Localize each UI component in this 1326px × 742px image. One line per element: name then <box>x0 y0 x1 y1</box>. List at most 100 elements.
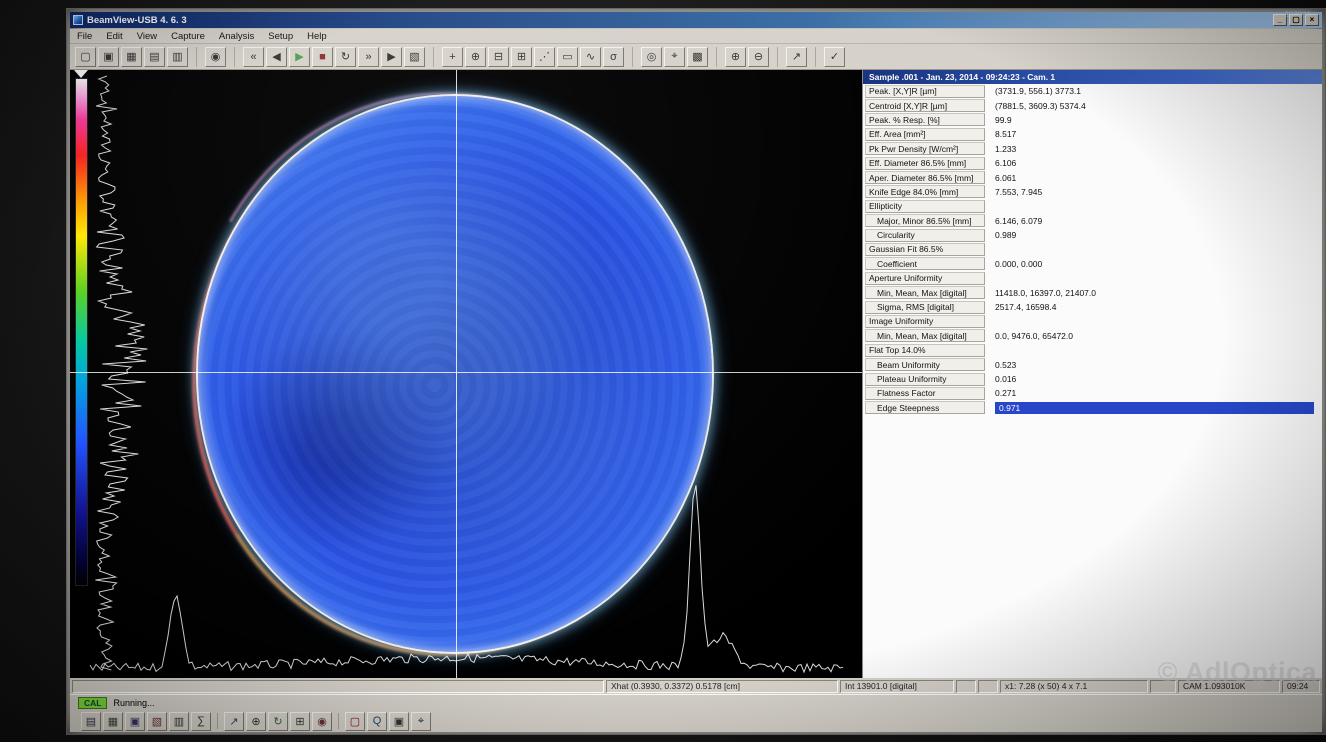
chart-icon: ▧ <box>152 715 162 728</box>
table-row[interactable]: Gaussian Fit 86.5% <box>863 242 1322 256</box>
row-label: Flat Top 14.0% <box>865 344 985 357</box>
row-label: Coefficient <box>865 257 985 270</box>
table-row[interactable]: Beam Uniformity0.523 <box>863 357 1322 371</box>
table-button[interactable]: ▦ <box>103 712 123 731</box>
snapshot-button[interactable]: ◉ <box>312 712 332 731</box>
capture-setup-button[interactable]: ▧ <box>404 47 425 67</box>
row-value: 0.016 <box>995 374 1016 384</box>
menu-item-help[interactable]: Help <box>300 30 334 43</box>
center-marker-button[interactable]: ⊕ <box>465 47 486 67</box>
results-table: Peak. [X,Y]R [µm](3731.9, 556.1) 3773.1C… <box>863 84 1322 415</box>
pdf-button[interactable]: ▢ <box>345 712 365 731</box>
table-row[interactable]: Min, Mean, Max [digital]0.0, 9476.0, 654… <box>863 329 1322 343</box>
print-button[interactable]: ▤ <box>144 47 165 67</box>
circle-aperture-button[interactable]: ◎ <box>641 47 662 67</box>
menu-item-analysis[interactable]: Analysis <box>212 30 261 43</box>
table-row[interactable]: Eff. Diameter 86.5% [mm]6.106 <box>863 156 1322 170</box>
table-row[interactable]: Pk Pwr Density [W/cm²]1.233 <box>863 142 1322 156</box>
window-layout-button[interactable]: ▣ <box>389 712 409 731</box>
table-row[interactable]: Major, Minor 86.5% [mm]6.146, 6.079 <box>863 214 1322 228</box>
stop-button[interactable]: ■ <box>312 47 333 67</box>
table-row[interactable]: Edge Steepness0.971 <box>863 401 1322 415</box>
grid-icon: ⊞ <box>295 715 304 728</box>
new-button[interactable]: ▢ <box>75 47 96 67</box>
table-row[interactable]: Sigma, RMS [digital]2517.4, 16598.4 <box>863 300 1322 314</box>
h-profile-button[interactable]: ⊟ <box>488 47 509 67</box>
confirm-button[interactable]: ✓ <box>824 47 845 67</box>
beam-display[interactable] <box>70 70 862 678</box>
menu-item-view[interactable]: View <box>130 30 164 43</box>
v-profile-button[interactable]: ⊞ <box>511 47 532 67</box>
sum-button[interactable]: ∑ <box>191 712 211 731</box>
copy-frame-button[interactable]: ▥ <box>169 712 189 731</box>
table-row[interactable]: Peak. [X,Y]R [µm](3731.9, 556.1) 3773.1 <box>863 84 1322 98</box>
print-icon: ▤ <box>149 50 159 63</box>
table-row[interactable]: Ellipticity <box>863 199 1322 213</box>
layers-button[interactable]: ▩ <box>687 47 708 67</box>
client-area: Sample .001 - Jan. 23, 2014 - 09:24:23 -… <box>70 70 1322 678</box>
save-result-button[interactable]: ▣ <box>125 712 145 731</box>
toolbar-group: +⊕⊟⊞⋰▭∿σ <box>441 47 633 67</box>
target-button[interactable]: ⌖ <box>411 712 431 731</box>
table-row[interactable]: Aperture Uniformity <box>863 271 1322 285</box>
zoom-in-button[interactable]: ⊕ <box>725 47 746 67</box>
row-value: 0.989 <box>995 230 1016 240</box>
next-frame-button[interactable]: » <box>358 47 379 67</box>
report-icon: ▤ <box>86 715 96 728</box>
table-row[interactable]: Flat Top 14.0% <box>863 343 1322 357</box>
table-row[interactable]: Image Uniformity <box>863 314 1322 328</box>
save-button[interactable]: ▦ <box>121 47 142 67</box>
title-bar[interactable]: BeamView-USB 4. 6. 3 _ ▢ × <box>70 12 1322 28</box>
export-button[interactable]: ↗ <box>224 712 244 731</box>
refresh-view-button[interactable]: ↻ <box>268 712 288 731</box>
refresh-button[interactable]: ↻ <box>335 47 356 67</box>
search-button[interactable]: Q <box>367 712 387 731</box>
confirm-icon: ✓ <box>830 50 839 63</box>
copy-button[interactable]: ▥ <box>167 47 188 67</box>
grid-button[interactable]: ⊞ <box>290 712 310 731</box>
open-button[interactable]: ▣ <box>98 47 119 67</box>
crosshair-vertical[interactable] <box>456 70 457 678</box>
zoom-tool-button[interactable]: ⊕ <box>246 712 266 731</box>
prev-frame-button[interactable]: ◀ <box>266 47 287 67</box>
table-row[interactable]: Flatness Factor0.271 <box>863 386 1322 400</box>
menu-item-setup[interactable]: Setup <box>261 30 300 43</box>
color-scale-marker <box>74 70 88 78</box>
row-label: Min, Mean, Max [digital] <box>865 286 985 299</box>
row-label: Eff. Diameter 86.5% [mm] <box>865 157 985 170</box>
table-row[interactable]: Coefficient0.000, 0.000 <box>863 257 1322 271</box>
toolbar-group: ◎ ⌖▩ <box>640 47 717 67</box>
row-value: 6.061 <box>995 173 1016 183</box>
last-frame-button[interactable]: ▶ <box>381 47 402 67</box>
menu-item-edit[interactable]: Edit <box>99 30 129 43</box>
table-row[interactable]: Peak. % Resp. [%]99.9 <box>863 113 1322 127</box>
table-row[interactable]: Min, Mean, Max [digital]11418.0, 16397.0… <box>863 285 1322 299</box>
crosshair-button[interactable]: + <box>442 47 463 67</box>
row-label: Peak. [X,Y]R [µm] <box>865 85 985 98</box>
first-frame-button[interactable]: « <box>243 47 264 67</box>
arrow-annotate-button[interactable]: ↗ <box>786 47 807 67</box>
zoom-out-button[interactable]: ⊖ <box>748 47 769 67</box>
crosshair-horizontal[interactable] <box>70 372 862 373</box>
pan-button[interactable]: ⌖ <box>664 47 685 67</box>
diagonal-profile-button[interactable]: ⋰ <box>534 47 555 67</box>
circle-aperture-icon: ◎ <box>647 50 657 63</box>
camera-capture-button[interactable]: ◉ <box>205 47 226 67</box>
table-row[interactable]: Aper. Diameter 86.5% [mm]6.061 <box>863 170 1322 184</box>
menu-item-file[interactable]: File <box>70 30 99 43</box>
play-button[interactable]: ▶ <box>289 47 310 67</box>
table-row[interactable]: Knife Edge 84.0% [mm]7.553, 7.945 <box>863 185 1322 199</box>
table-row[interactable]: Plateau Uniformity0.016 <box>863 372 1322 386</box>
table-row[interactable]: Circularity0.989 <box>863 228 1322 242</box>
table-row[interactable]: Eff. Area [mm²]8.517 <box>863 127 1322 141</box>
menu-item-capture[interactable]: Capture <box>164 30 212 43</box>
sigma-button[interactable]: σ <box>603 47 624 67</box>
row-label: Knife Edge 84.0% [mm] <box>865 185 985 198</box>
bottom-bar: CAL Running... ▤▦▣▧▥∑↗⊕↻⊞◉▢Q▣⌖ <box>70 694 1322 732</box>
gaussian-fit-button[interactable]: ∿ <box>580 47 601 67</box>
select-region-button[interactable]: ▭ <box>557 47 578 67</box>
chart-button[interactable]: ▧ <box>147 712 167 731</box>
table-row[interactable]: Centroid [X,Y]R [µm](7881.5, 3609.3) 537… <box>863 98 1322 112</box>
results-panel[interactable]: Sample .001 - Jan. 23, 2014 - 09:24:23 -… <box>862 70 1322 678</box>
report-button[interactable]: ▤ <box>81 712 101 731</box>
